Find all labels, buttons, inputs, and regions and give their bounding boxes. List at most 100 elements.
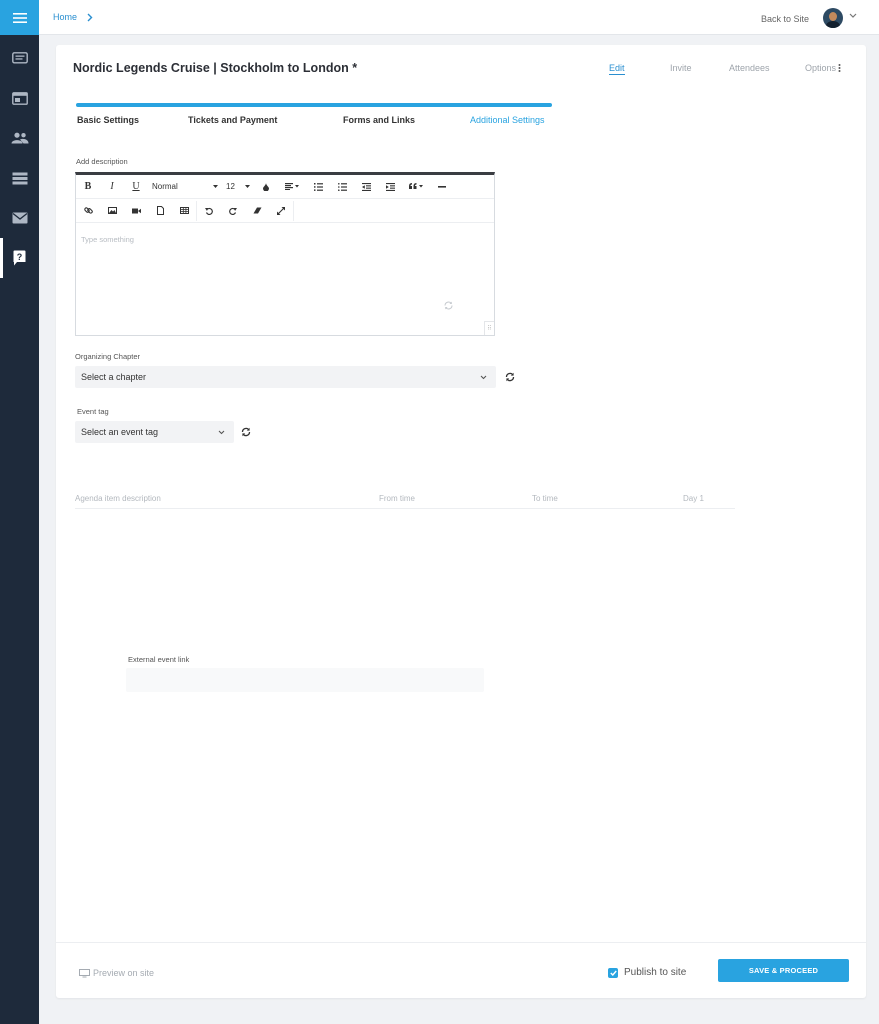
chevron-down-icon (218, 430, 225, 434)
video-button[interactable] (124, 200, 148, 222)
underline-button[interactable]: U (124, 176, 148, 198)
link-button[interactable] (76, 200, 100, 222)
events-icon (11, 91, 28, 105)
options-label: Options (805, 63, 837, 73)
editor-resize-handle[interactable]: ⠿ (484, 321, 494, 335)
refresh-chapters-icon[interactable] (505, 372, 515, 382)
text-color-button[interactable] (254, 176, 278, 198)
image-icon (107, 207, 117, 214)
horizontal-rule-button[interactable] (430, 176, 454, 198)
tab-edit[interactable]: Edit (609, 63, 625, 75)
editor-toolbar-row-1: B I U Normal 12 (76, 175, 494, 199)
publish-toggle[interactable]: Publish to site (608, 967, 686, 978)
chapter-select[interactable]: Select a chapter (75, 366, 496, 388)
external-link-label: External event link (128, 655, 190, 664)
external-link-input[interactable] (126, 668, 484, 692)
agenda-col-day: Day 1 (683, 494, 704, 503)
indent-icon (385, 182, 395, 191)
color-drop-icon (263, 182, 269, 191)
chevron-down-icon[interactable] (849, 13, 857, 19)
caret-down-icon (245, 185, 250, 188)
step-basic-settings[interactable]: Basic Settings (77, 115, 139, 125)
page-title: Nordic Legends Cruise | Stockholm to Lon… (73, 61, 358, 75)
svg-text:?: ? (17, 252, 23, 262)
chapter-label: Organizing Chapter (75, 352, 141, 361)
bullet-list-button[interactable] (330, 176, 354, 198)
description-editor: B I U Normal 12 Type something ⠿ (75, 172, 495, 336)
image-button[interactable] (100, 200, 124, 222)
font-size-select[interactable]: 12 (222, 176, 254, 198)
sidebar-item-members[interactable] (0, 118, 39, 158)
paragraph-style-select[interactable]: Normal (148, 176, 222, 198)
quote-icon (409, 183, 423, 189)
file-button[interactable] (148, 200, 172, 222)
horizontal-rule-icon (438, 185, 446, 188)
refresh-icon (444, 301, 453, 310)
undo-icon (205, 207, 213, 215)
file-icon (156, 206, 164, 215)
preview-label: Preview on site (93, 968, 155, 978)
sidebar-item-lists[interactable] (0, 158, 39, 198)
sidebar-item-help[interactable]: ? (0, 238, 39, 278)
bullet-list-icon (337, 182, 347, 191)
table-icon (179, 207, 189, 214)
toolbar-divider (293, 200, 294, 221)
undo-button[interactable] (197, 200, 221, 222)
clear-format-button[interactable] (245, 200, 269, 222)
step-tickets-payment[interactable]: Tickets and Payment (188, 115, 277, 125)
quote-button[interactable] (402, 176, 430, 198)
save-proceed-button[interactable]: SAVE & PROCEED (718, 959, 849, 982)
back-to-site-link[interactable]: Back to Site (761, 14, 809, 24)
sidebar: ? (0, 0, 39, 1024)
chapter-select-value: Select a chapter (81, 372, 147, 382)
indent-button[interactable] (378, 176, 402, 198)
agenda-col-to-time: To time (532, 494, 558, 503)
chevron-down-icon (480, 375, 487, 379)
list-icon (12, 172, 27, 184)
font-size-value: 12 (226, 182, 235, 191)
topbar: Home Back to Site (39, 0, 879, 35)
bold-button[interactable]: B (76, 176, 100, 198)
breadcrumb: Home (53, 12, 93, 22)
check-icon (609, 970, 617, 976)
fullscreen-button[interactable] (269, 200, 293, 222)
video-icon (131, 208, 141, 213)
link-icon (83, 207, 93, 214)
breadcrumb-home[interactable]: Home (53, 12, 77, 22)
description-textarea[interactable]: Type something (81, 235, 134, 244)
outdent-button[interactable] (354, 176, 378, 198)
members-icon (11, 132, 28, 144)
avatar[interactable] (823, 8, 843, 28)
sidebar-item-mail[interactable] (0, 198, 39, 238)
sidebar-item-messages[interactable] (0, 38, 39, 78)
ordered-list-icon (313, 182, 323, 191)
editor-footer: Preview on site Publish to site SAVE & P… (56, 942, 866, 998)
monitor-icon (79, 968, 90, 977)
italic-button[interactable]: I (100, 176, 124, 198)
preview-on-site-link[interactable]: Preview on site (79, 968, 154, 978)
sidebar-item-events[interactable] (0, 78, 39, 118)
description-label: Add description (76, 157, 128, 166)
ordered-list-button[interactable] (306, 176, 330, 198)
eraser-icon (253, 207, 261, 214)
expand-icon (277, 206, 285, 215)
menu-toggle[interactable] (0, 0, 39, 35)
publish-checkbox[interactable] (608, 967, 618, 978)
wizard-progress-bar (76, 103, 552, 107)
tab-invite[interactable]: Invite (670, 63, 692, 73)
align-button[interactable] (278, 176, 306, 198)
options-menu[interactable]: Options (805, 63, 841, 73)
tab-attendees[interactable]: Attendees (729, 63, 770, 73)
event-tag-select[interactable]: Select an event tag (75, 421, 234, 443)
caret-down-icon (213, 185, 218, 188)
redo-button[interactable] (221, 200, 245, 222)
table-button[interactable] (172, 200, 196, 222)
help-icon: ? (13, 250, 26, 266)
align-left-icon (285, 183, 299, 190)
step-additional-settings[interactable]: Additional Settings (470, 115, 545, 125)
mail-icon (12, 212, 27, 224)
step-forms-links[interactable]: Forms and Links (343, 115, 415, 125)
refresh-tags-icon[interactable] (241, 427, 251, 437)
event-tag-select-value: Select an event tag (81, 427, 159, 437)
redo-icon (229, 207, 237, 215)
